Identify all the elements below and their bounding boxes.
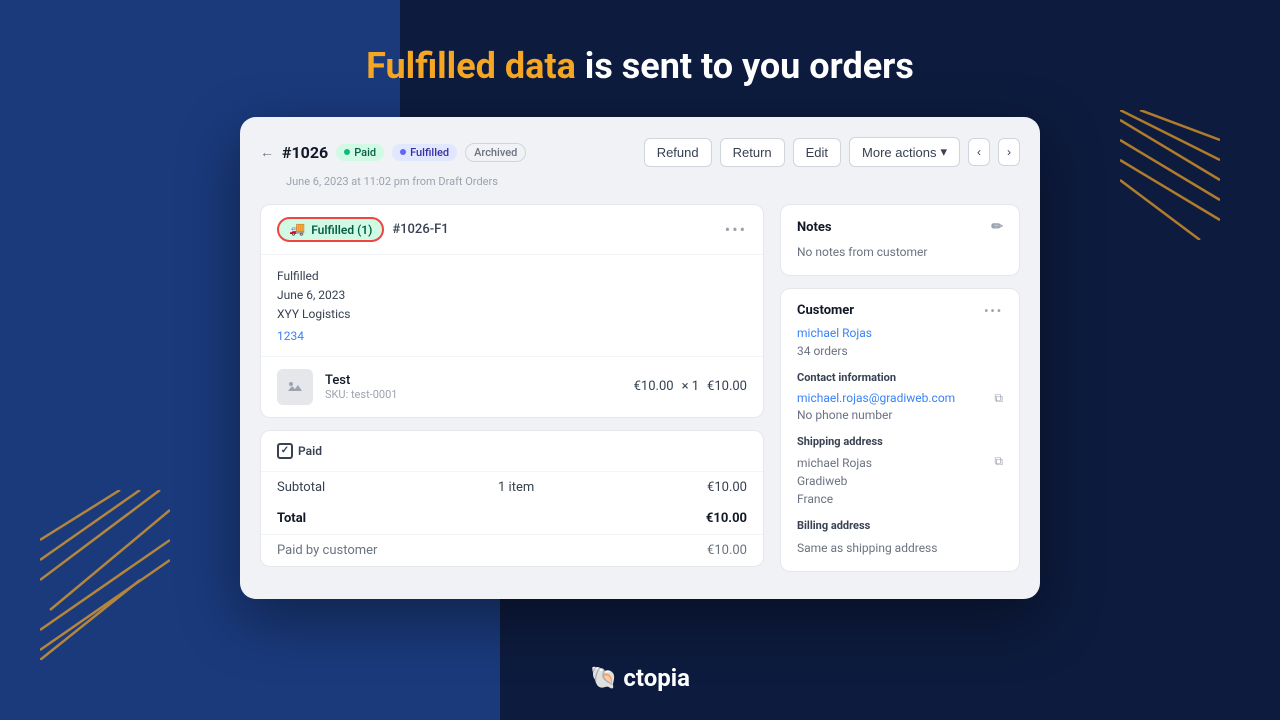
badge-paid: Paid — [336, 144, 384, 161]
paid-by-amount: €10.00 — [707, 543, 747, 558]
payment-header: ✓ Paid — [261, 431, 763, 472]
product-image-icon — [285, 377, 305, 397]
check-icon: ✓ — [277, 443, 293, 459]
copy-email-icon[interactable]: ⧉ — [994, 391, 1003, 406]
fulfillment-header-left: 🚚 Fulfilled (1) #1026-F1 — [277, 217, 449, 242]
fulfillment-info: Fulfilled June 6, 2023 XYY Logistics 123… — [261, 255, 763, 356]
customer-menu-icon[interactable]: ••• — [984, 304, 1003, 318]
edit-button[interactable]: Edit — [793, 138, 841, 167]
branding-logo: 🐚 — [590, 666, 617, 691]
notes-card: Notes ✏ No notes from customer — [780, 204, 1020, 276]
notes-content: No notes from customer — [797, 243, 1003, 261]
billing-address-title: Billing address — [797, 518, 1003, 535]
content-area: 🚚 Fulfilled (1) #1026-F1 ••• Fulfilled J… — [260, 204, 1020, 579]
nav-prev-button[interactable]: ‹ — [968, 138, 990, 166]
payment-card: ✓ Paid Subtotal 1 item €10.00 Total €10.… — [260, 430, 764, 567]
total-row: Total €10.00 — [261, 503, 763, 534]
truck-icon: 🚚 — [289, 222, 305, 237]
more-actions-button[interactable]: More actions ▾ — [849, 137, 960, 167]
customer-orders: 34 orders — [797, 342, 1003, 360]
order-header-left: ← #1026 Paid Fulfilled Archived — [260, 143, 526, 162]
product-name: Test — [325, 373, 634, 388]
shipping-country: France — [797, 490, 872, 508]
fulfilled-dot — [400, 149, 406, 155]
product-unit-price: €10.00 — [634, 379, 674, 394]
paid-by-label: Paid by customer — [277, 543, 377, 558]
copy-shipping-icon[interactable]: ⧉ — [994, 454, 1003, 469]
fulfillment-logistics: XYY Logistics — [277, 305, 747, 324]
badge-archived: Archived — [465, 143, 526, 162]
product-details: Test SKU: test-0001 — [325, 373, 634, 401]
notes-edit-icon[interactable]: ✏ — [991, 219, 1003, 235]
contact-phone: No phone number — [797, 406, 1003, 424]
product-qty: × 1 — [682, 379, 699, 394]
title-rest: is sent to you orders — [576, 45, 914, 87]
page-header: Fulfilled data is sent to you orders — [0, 0, 1280, 117]
shipping-company: Gradiweb — [797, 472, 872, 490]
fulfilled-badge: 🚚 Fulfilled (1) — [277, 217, 384, 242]
main-card: ← #1026 Paid Fulfilled Archived Refund R… — [240, 117, 1040, 599]
order-header-right: Refund Return Edit More actions ▾ ‹ › — [644, 137, 1020, 167]
billing-same: Same as shipping address — [797, 539, 1003, 557]
subtotal-label: Subtotal — [277, 480, 325, 495]
paid-by-row: Paid by customer €10.00 — [261, 534, 763, 566]
shipping-address-title: Shipping address — [797, 434, 1003, 451]
refund-button[interactable]: Refund — [644, 138, 712, 167]
fulfillment-status: Fulfilled — [277, 267, 747, 286]
nav-next-button[interactable]: › — [998, 138, 1020, 166]
customer-title: Customer — [797, 303, 854, 318]
badge-fulfilled: Fulfilled — [392, 144, 457, 161]
shipping-address-details: michael Rojas Gradiweb France — [797, 454, 872, 508]
customer-name-link[interactable]: michael Rojas — [797, 326, 1003, 340]
fulfillment-header: 🚚 Fulfilled (1) #1026-F1 ••• — [261, 205, 763, 255]
shipping-name: michael Rojas — [797, 454, 872, 472]
product-row: Test SKU: test-0001 €10.00 × 1 €10.00 — [261, 356, 763, 417]
fulfillment-card: 🚚 Fulfilled (1) #1026-F1 ••• Fulfilled J… — [260, 204, 764, 418]
customer-title-row: Customer ••• — [797, 303, 1003, 318]
decoration-lines-right — [1120, 110, 1220, 240]
subtotal-amount: €10.00 — [707, 480, 747, 495]
paid-dot — [344, 149, 350, 155]
order-subtitle: June 6, 2023 at 11:02 pm from Draft Orde… — [260, 175, 1020, 188]
contact-email-row: michael.rojas@gradiweb.com ⧉ — [797, 391, 1003, 406]
contact-email-link[interactable]: michael.rojas@gradiweb.com — [797, 391, 955, 405]
fulfillment-tracking-link[interactable]: 1234 — [277, 329, 304, 343]
product-thumbnail — [277, 369, 313, 405]
total-label: Total — [277, 511, 306, 526]
right-column: Notes ✏ No notes from customer Customer … — [780, 204, 1020, 579]
notes-title: Notes — [797, 220, 832, 235]
subtotal-qty: 1 item — [498, 480, 534, 495]
chevron-down-icon: ▾ — [940, 144, 947, 160]
decoration-lines-left — [40, 490, 170, 660]
order-number: #1026 — [282, 143, 328, 162]
shipping-name-row: michael Rojas Gradiweb France ⧉ — [797, 454, 1003, 508]
back-arrow[interactable]: ← — [260, 144, 274, 161]
product-line-total: €10.00 — [707, 379, 747, 394]
fulfillment-date: June 6, 2023 — [277, 286, 747, 305]
branding: 🐚 ctopia — [590, 664, 690, 692]
left-column: 🚚 Fulfilled (1) #1026-F1 ••• Fulfilled J… — [260, 204, 764, 579]
order-header: ← #1026 Paid Fulfilled Archived Refund R… — [260, 137, 1020, 171]
paid-status-badge: ✓ Paid — [277, 443, 322, 459]
customer-card: Customer ••• michael Rojas 34 orders Con… — [780, 288, 1020, 572]
product-price: €10.00 × 1 €10.00 — [634, 379, 747, 394]
branding-name: ctopia — [623, 664, 690, 692]
notes-title-row: Notes ✏ — [797, 219, 1003, 235]
fulfillment-id: #1026-F1 — [392, 222, 448, 237]
contact-info-title: Contact information — [797, 370, 1003, 387]
subtotal-row: Subtotal 1 item €10.00 — [261, 472, 763, 503]
product-sku: SKU: test-0001 — [325, 388, 634, 401]
return-button[interactable]: Return — [720, 138, 785, 167]
total-amount: €10.00 — [706, 511, 747, 526]
title-highlight: Fulfilled data — [366, 45, 576, 87]
fulfillment-menu-icon[interactable]: ••• — [725, 220, 747, 239]
